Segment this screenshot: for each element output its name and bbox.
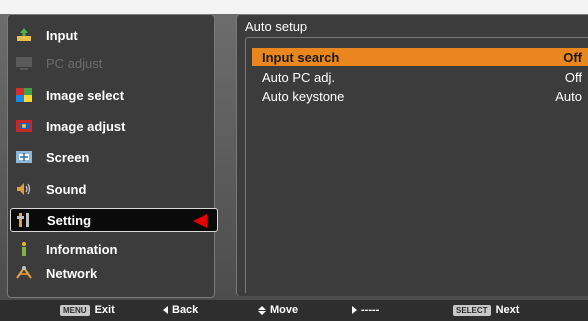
- menu-item-label: Image select: [46, 87, 125, 103]
- hint-move[interactable]: Move: [258, 304, 298, 316]
- menu-item-image-select[interactable]: Image select: [14, 83, 214, 107]
- hint-label: -----: [361, 304, 380, 316]
- menu-item-sound[interactable]: Sound: [14, 177, 214, 201]
- hint-exit[interactable]: MENU Exit: [60, 304, 115, 316]
- setting-label: Auto PC adj.: [262, 69, 335, 85]
- setting-value: Auto: [555, 88, 582, 104]
- menu-item-label: Setting: [47, 212, 92, 228]
- main-menu: Input PC adjust Image select Image adjus…: [7, 14, 218, 298]
- menu-item-label: Sound: [46, 181, 87, 197]
- left-arrow-icon: [163, 306, 168, 314]
- menu-item-label: Image adjust: [46, 118, 126, 134]
- projector-osd: Input PC adjust Image select Image adjus…: [0, 0, 588, 321]
- setting-icon: [15, 211, 35, 229]
- network-icon: [14, 264, 34, 282]
- input-icon: [14, 26, 34, 44]
- hint-back[interactable]: Back: [163, 304, 198, 316]
- pc-adjust-icon: [14, 54, 34, 72]
- settings-list: Input search Off Auto PC adj. Off Auto k…: [245, 37, 588, 293]
- hint-label: Move: [270, 304, 299, 316]
- menu-item-screen[interactable]: Screen: [14, 145, 214, 169]
- hint-label: Back: [172, 304, 199, 316]
- menu-item-label: Screen: [46, 149, 90, 165]
- information-icon: [14, 240, 34, 258]
- hint-right: -----: [352, 304, 379, 316]
- menu-item-label: Information: [46, 241, 118, 257]
- hint-label: Exit: [94, 304, 115, 316]
- setting-value: Off: [563, 49, 582, 65]
- submenu-title: Auto setup: [245, 19, 308, 34]
- menu-item-information[interactable]: Information: [14, 237, 214, 261]
- right-arrow-icon: [352, 306, 357, 314]
- top-strip: [0, 0, 588, 14]
- selection-arrow-icon: [193, 214, 207, 228]
- setting-row-auto-pc-adj[interactable]: Auto PC adj. Off: [252, 68, 588, 86]
- image-adjust-icon: [14, 117, 34, 135]
- image-select-icon: [14, 86, 34, 104]
- select-key-icon: SELECT: [453, 304, 491, 316]
- menu-item-setting[interactable]: Setting: [10, 208, 218, 232]
- menu-key-icon: MENU: [60, 304, 90, 316]
- up-down-arrow-icon: [258, 305, 266, 315]
- sound-icon: [14, 180, 34, 198]
- menu-item-network[interactable]: Network: [14, 261, 214, 285]
- hint-next[interactable]: SELECT Next: [453, 304, 519, 316]
- setting-value: Off: [564, 69, 582, 85]
- screen-icon: [14, 148, 34, 166]
- hint-bar: MENU Exit Back Move ----- SELECT Next: [0, 300, 588, 321]
- setting-row-input-search[interactable]: Input search Off: [252, 48, 588, 66]
- hint-label: Next: [495, 304, 520, 316]
- menu-item-input[interactable]: Input: [14, 23, 214, 47]
- setting-row-auto-keystone[interactable]: Auto keystone Auto: [252, 87, 588, 105]
- submenu-panel: Auto setup Input search Off Auto PC adj.…: [236, 14, 588, 296]
- menu-item-image-adjust[interactable]: Image adjust: [14, 114, 214, 138]
- menu-item-label: Network: [46, 265, 98, 281]
- menu-item-label: PC adjust: [46, 55, 103, 71]
- setting-label: Auto keystone: [262, 88, 345, 104]
- menu-item-label: Input: [46, 27, 78, 43]
- menu-item-pc-adjust: PC adjust: [14, 51, 214, 75]
- setting-label: Input search: [262, 49, 340, 65]
